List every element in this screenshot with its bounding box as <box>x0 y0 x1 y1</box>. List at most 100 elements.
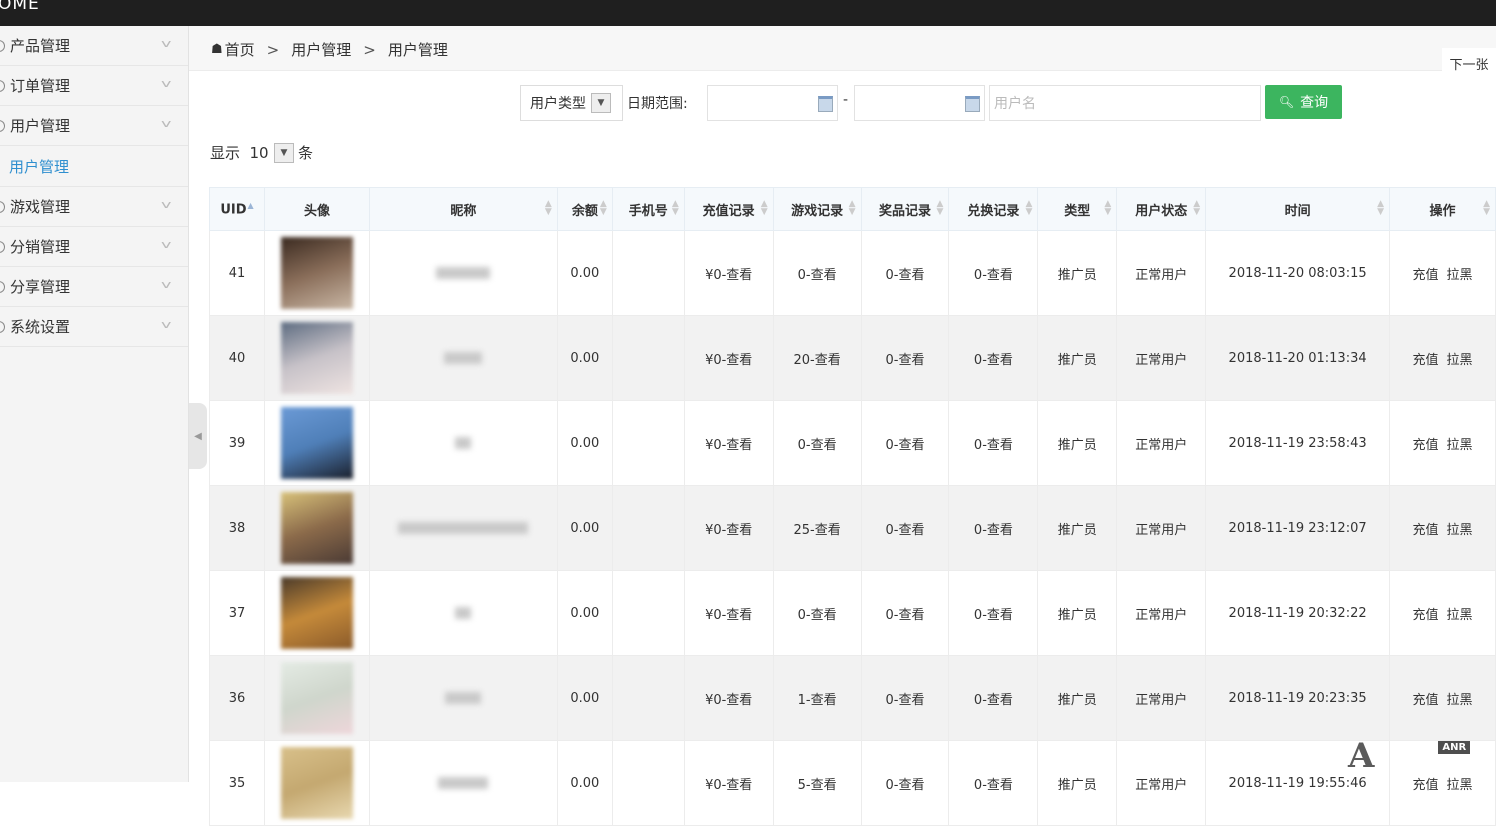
start-date-input[interactable] <box>707 85 838 121</box>
uid-cell: 39 <box>209 400 265 486</box>
home-icon[interactable]: ☗ <box>211 42 223 57</box>
sidebar-subitem-user-mgmt[interactable]: 用户管理 <box>0 146 188 187</box>
game-value[interactable]: 25-查看 <box>793 523 840 538</box>
recharge-value[interactable]: ¥0-查看 <box>705 778 752 793</box>
column-header[interactable]: 充值记录 ▲ ▼ <box>683 187 774 231</box>
sidebar-item-2[interactable]: 用户管理 v <box>0 106 188 146</box>
query-button[interactable]: 🔍︎ 查询 <box>1265 85 1342 119</box>
block-action[interactable]: 拉黑 <box>1447 438 1473 453</box>
sidebar-item-5[interactable]: 分销管理 v <box>0 227 188 267</box>
recharge-value[interactable]: ¥0-查看 <box>705 438 752 453</box>
column-header-label: 奖品记录 <box>878 203 931 219</box>
column-header[interactable]: UID▲ <box>209 187 265 231</box>
recharge-value[interactable]: ¥0-查看 <box>705 353 752 368</box>
block-action[interactable]: 拉黑 <box>1447 693 1473 708</box>
prize-value[interactable]: 0-查看 <box>886 778 925 793</box>
exchange-value[interactable]: 0-查看 <box>974 268 1013 283</box>
uid-value: 40 <box>228 350 246 366</box>
sidebar-item-0[interactable]: 产品管理 v <box>0 26 188 66</box>
prize-record-cell: 0-查看 <box>860 655 950 741</box>
time-cell: 2018-11-20 08:03:15 <box>1205 230 1391 316</box>
user-type-select[interactable]: 用户类型 ▼ <box>520 85 623 121</box>
column-header[interactable]: 奖品记录 ▲ ▼ <box>860 187 950 231</box>
game-value[interactable]: 20-查看 <box>793 353 840 368</box>
recharge-value[interactable]: ¥0-查看 <box>705 268 752 283</box>
nickname-blurred <box>438 777 489 789</box>
block-action[interactable]: 拉黑 <box>1447 608 1473 623</box>
breadcrumb-separator: > <box>266 40 280 59</box>
block-action[interactable]: 拉黑 <box>1447 268 1473 283</box>
column-header[interactable]: 用户状态 ▲ ▼ <box>1116 187 1207 231</box>
column-header[interactable]: 手机号 ▲ ▼ <box>611 187 685 231</box>
column-header[interactable]: 游戏记录 ▲ ▼ <box>772 187 862 231</box>
avatar-cell <box>263 315 370 401</box>
time-value: 2018-11-19 23:12:07 <box>1228 520 1367 536</box>
column-header-label: 类型 <box>1064 203 1091 219</box>
column-header[interactable]: 时间 ▲ ▼ <box>1205 187 1391 231</box>
prize-value[interactable]: 0-查看 <box>886 693 925 708</box>
block-action[interactable]: 拉黑 <box>1447 353 1473 368</box>
recharge-action[interactable]: 充值 <box>1412 523 1438 538</box>
sidebar-collapse-toggle[interactable]: ◀ <box>189 403 207 469</box>
username-input[interactable]: 用户名 <box>989 85 1261 121</box>
next-button[interactable]: 下一张 <box>1442 48 1496 78</box>
game-value[interactable]: 1-查看 <box>798 693 837 708</box>
recharge-value[interactable]: ¥0-查看 <box>705 693 752 708</box>
breadcrumb-home[interactable]: 首页 <box>225 39 255 60</box>
column-header: 头像 <box>263 187 370 231</box>
exchange-value[interactable]: 0-查看 <box>974 778 1013 793</box>
page-size-select[interactable]: 10 ▼ <box>244 142 295 163</box>
block-action[interactable]: 拉黑 <box>1447 523 1473 538</box>
recharge-action[interactable]: 充值 <box>1412 778 1438 793</box>
recharge-value[interactable]: ¥0-查看 <box>705 608 752 623</box>
nickname-cell <box>368 485 558 571</box>
prize-value[interactable]: 0-查看 <box>886 353 925 368</box>
column-header[interactable]: 操作 ▲ ▼ <box>1389 187 1496 231</box>
prize-value[interactable]: 0-查看 <box>886 523 925 538</box>
end-date-input[interactable] <box>854 85 985 121</box>
prize-value[interactable]: 0-查看 <box>886 608 925 623</box>
actions-cell: 充值 拉黑 <box>1389 230 1496 316</box>
balance-cell: 0.00 <box>556 570 613 656</box>
menu-bullet-icon <box>0 280 5 293</box>
recharge-action[interactable]: 充值 <box>1412 693 1438 708</box>
sidebar-item-6[interactable]: 分享管理 v <box>0 267 188 307</box>
exchange-value[interactable]: 0-查看 <box>974 353 1013 368</box>
sidebar-item-1[interactable]: 订单管理 v <box>0 66 188 106</box>
recharge-record-cell: ¥0-查看 <box>683 400 774 486</box>
exchange-value[interactable]: 0-查看 <box>974 693 1013 708</box>
sidebar-item-7[interactable]: 系统设置 v <box>0 307 188 347</box>
calendar-icon[interactable] <box>965 96 980 112</box>
status-cell: 正常用户 <box>1116 315 1207 401</box>
column-header[interactable]: 兑换记录 ▲ ▼ <box>948 187 1039 231</box>
uid-value: 36 <box>228 690 246 706</box>
prize-value[interactable]: 0-查看 <box>886 438 925 453</box>
column-header[interactable]: 余额 ▲ ▼ <box>556 187 613 231</box>
exchange-value[interactable]: 0-查看 <box>974 523 1013 538</box>
block-action[interactable]: 拉黑 <box>1447 778 1473 793</box>
game-value[interactable]: 5-查看 <box>798 778 837 793</box>
exchange-value[interactable]: 0-查看 <box>974 438 1013 453</box>
recharge-action[interactable]: 充值 <box>1412 268 1438 283</box>
game-value[interactable]: 0-查看 <box>798 608 837 623</box>
breadcrumb-user-mgmt[interactable]: 用户管理 <box>291 39 351 60</box>
sidebar-item-4[interactable]: 游戏管理 v <box>0 187 188 227</box>
recharge-action[interactable]: 充值 <box>1412 608 1438 623</box>
column-header[interactable]: 昵称 ▲ ▼ <box>368 187 558 231</box>
recharge-value[interactable]: ¥0-查看 <box>705 523 752 538</box>
column-header-label: 时间 <box>1284 203 1311 219</box>
phone-cell <box>611 570 685 656</box>
game-value[interactable]: 0-查看 <box>798 268 837 283</box>
user-type-value: 用户类型 <box>530 96 586 112</box>
exchange-value[interactable]: 0-查看 <box>974 608 1013 623</box>
calendar-icon[interactable] <box>818 96 833 112</box>
column-header[interactable]: 类型 ▲ ▼ <box>1037 187 1118 231</box>
prize-value[interactable]: 0-查看 <box>886 268 925 283</box>
prize-record-cell: 0-查看 <box>860 740 950 826</box>
type-cell: 推广员 <box>1037 570 1118 656</box>
recharge-action[interactable]: 充值 <box>1412 438 1438 453</box>
watermark-logo: A ANR <box>1348 736 1478 776</box>
status-cell: 正常用户 <box>1116 230 1207 316</box>
game-value[interactable]: 0-查看 <box>798 438 837 453</box>
recharge-action[interactable]: 充值 <box>1412 353 1438 368</box>
